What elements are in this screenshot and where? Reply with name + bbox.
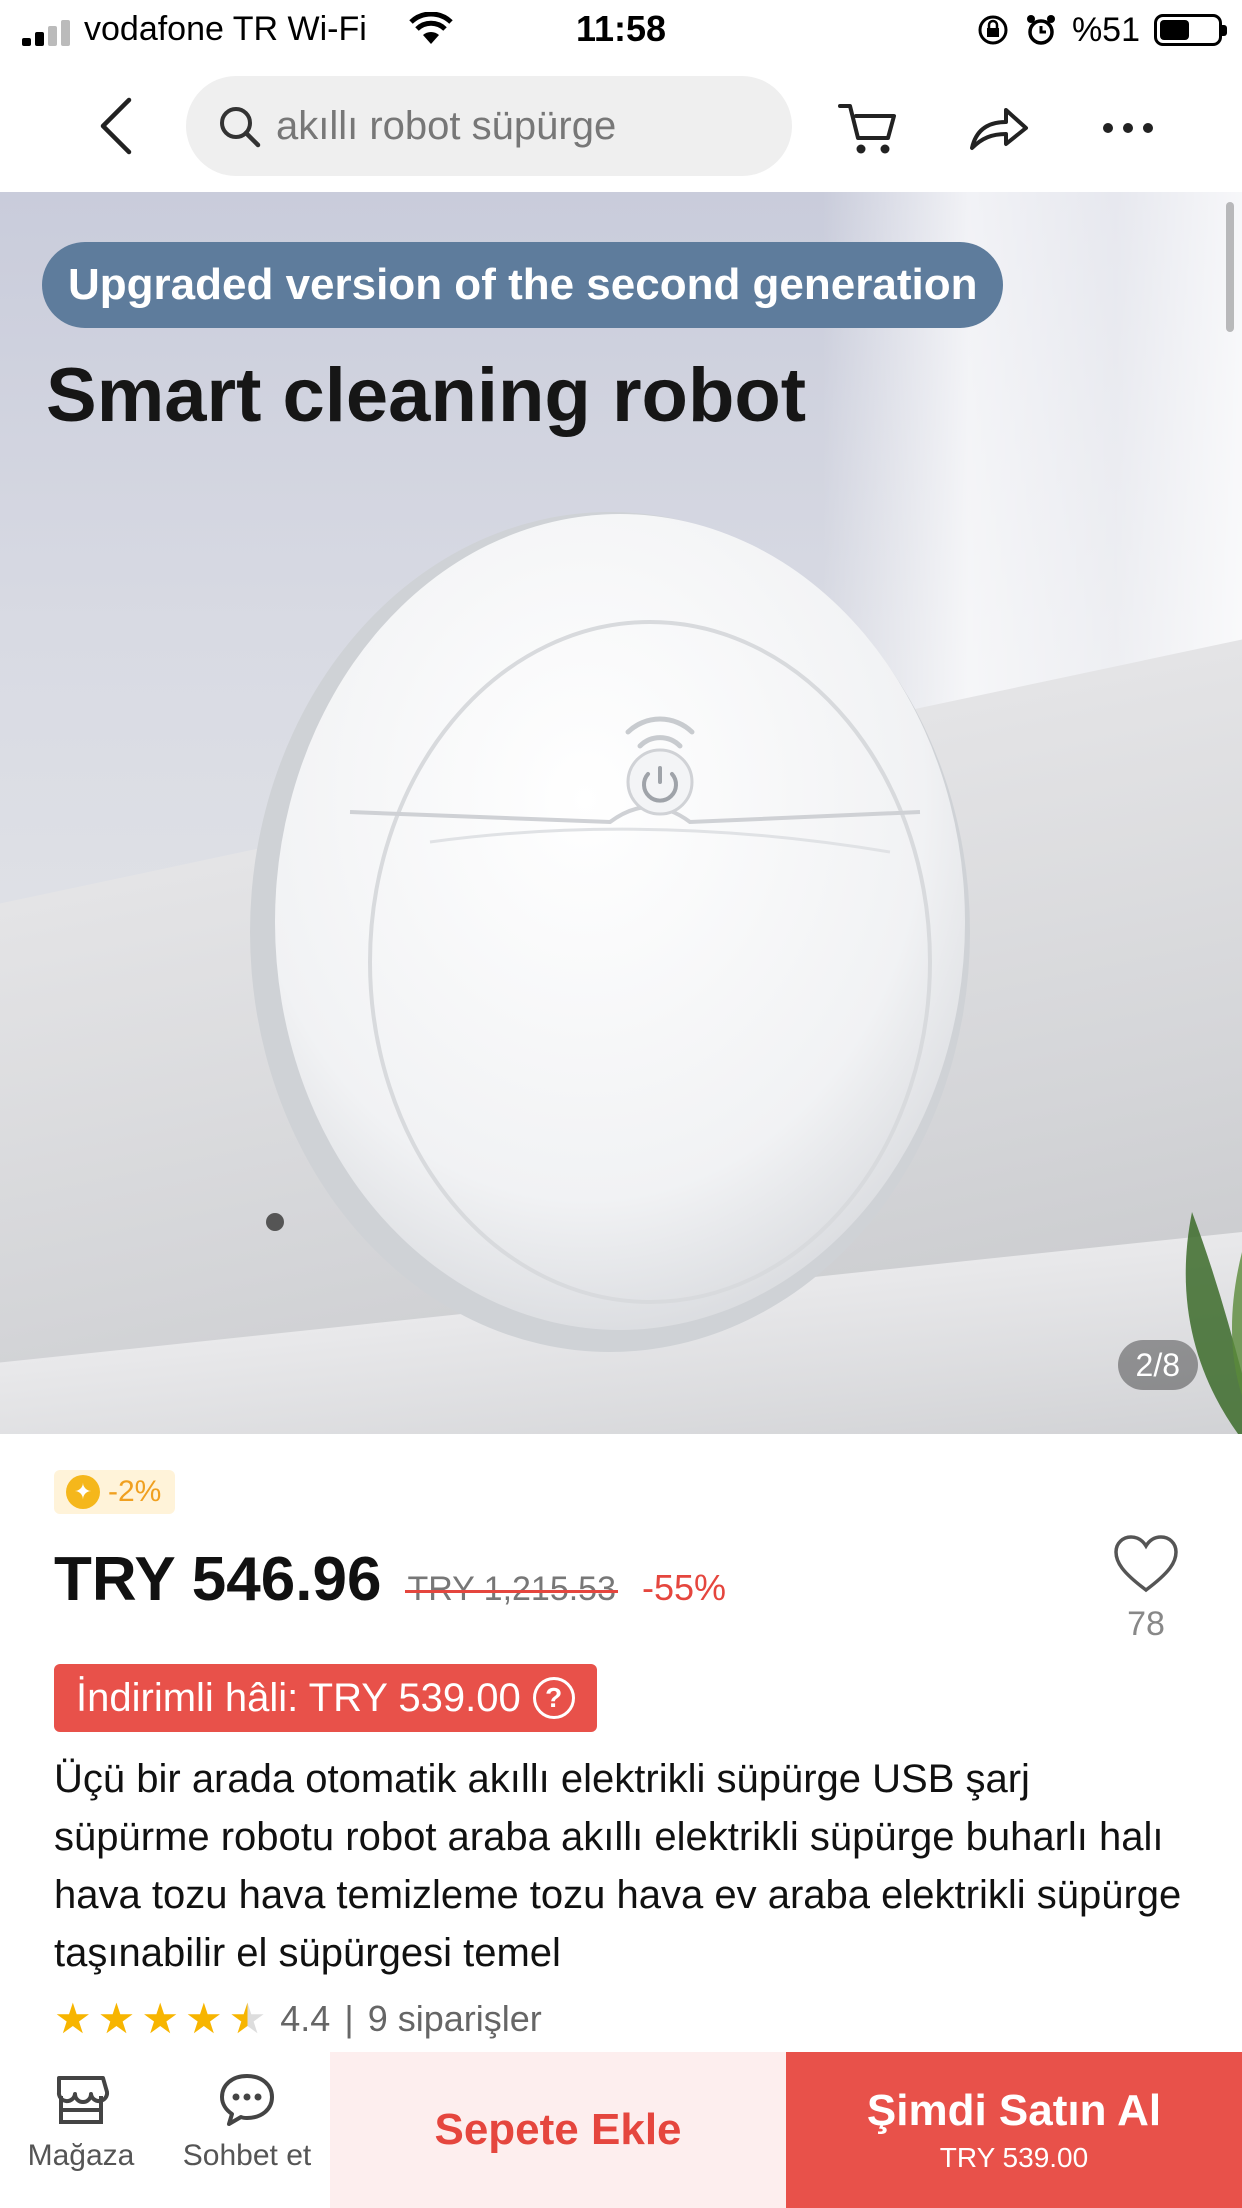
store-icon <box>56 2076 110 2124</box>
coin-icon: ✦ <box>66 1475 100 1509</box>
original-price: TRY 1,215.53 <box>405 1570 618 1608</box>
battery-icon <box>1154 14 1227 46</box>
scrollbar[interactable] <box>1226 202 1234 332</box>
back-button[interactable] <box>82 86 152 166</box>
search-icon <box>220 107 261 148</box>
star-icon: ★ <box>184 1995 223 2042</box>
add-to-cart-button[interactable]: Sepete Ekle <box>330 2052 786 2208</box>
discount-percent: -55% <box>642 1567 727 1608</box>
store-label: Mağaza <box>27 2139 135 2172</box>
discounted-price-badge[interactable]: İndirimli hâli: TRY 539.00 ? <box>54 1664 597 1732</box>
top-navigation <box>0 64 1242 192</box>
buy-now-button[interactable]: Şimdi Satın Al TRY 539.00 <box>786 2052 1242 2208</box>
buy-now-price: TRY 539.00 <box>939 2142 1089 2173</box>
orders-count: 9 siparişler <box>367 1998 542 2039</box>
cart-button[interactable] <box>830 90 906 166</box>
price-row: TRY 546.96 TRY 1,215.53 -55% <box>54 1544 726 1620</box>
buy-now-label: Şimdi Satın Al <box>866 2086 1162 2135</box>
heart-icon <box>1114 1535 1178 1593</box>
chat-button[interactable]: Sohbet et <box>182 2070 312 2173</box>
star-icon: ★ <box>97 1995 136 2042</box>
share-button[interactable] <box>960 90 1036 166</box>
wishlist-count: 78 <box>1127 1605 1165 1643</box>
discounted-price-text: İndirimli hâli: TRY 539.00 <box>76 1675 521 1720</box>
search-input[interactable] <box>276 103 776 149</box>
hero-badge: Upgraded version of the second generatio… <box>42 242 1004 328</box>
half-star-icon: ★ <box>228 1995 267 2042</box>
current-price: TRY 546.96 <box>54 1545 382 1614</box>
search-bar[interactable] <box>186 76 792 176</box>
chat-icon <box>220 2074 274 2126</box>
more-button[interactable] <box>1090 90 1166 166</box>
hero-title: Smart cleaning robot <box>46 353 807 438</box>
rating-value: 4.4 <box>280 1998 331 2039</box>
product-image-carousel[interactable]: Upgraded version of the second generatio… <box>0 192 1242 1434</box>
alarm-icon <box>1026 15 1055 45</box>
more-icon <box>1103 123 1153 133</box>
help-icon[interactable]: ? <box>532 1677 575 1719</box>
coin-discount-text: -2% <box>108 1475 162 1508</box>
battery-percent: %51 <box>1071 10 1140 49</box>
share-icon <box>970 108 1028 150</box>
back-icon <box>100 97 132 155</box>
cart-icon <box>838 104 896 154</box>
wishlist-button[interactable]: 78 <box>1106 1534 1186 1644</box>
image-page-indicator: 2/8 <box>1117 1340 1198 1390</box>
star-icon: ★ <box>141 1995 179 2042</box>
bottom-action-bar: Mağaza Sohbet et Sepete Ekle Şimdi Satın… <box>0 2052 1242 2208</box>
robot-vacuum-image <box>250 512 970 1352</box>
rating-separator: | <box>344 1998 354 2039</box>
star-icon: ★ <box>54 1995 92 2042</box>
store-button[interactable]: Mağaza <box>16 2070 146 2173</box>
status-bar: vodafone TR Wi-Fi 11:58 %51 <box>0 0 1242 64</box>
rotation-lock-icon <box>978 15 1008 45</box>
star-rating: ★ ★ ★ ★ ★ <box>54 1997 266 2041</box>
rating-row[interactable]: ★ ★ ★ ★ ★ 4.4 | 9 siparişler <box>54 1994 542 2044</box>
plant-leaves <box>1185 1212 1242 1434</box>
chat-label: Sohbet et <box>182 2139 312 2172</box>
coin-discount-badge[interactable]: ✦ -2% <box>54 1470 176 1514</box>
product-title: Üçü bir arada otomatik akıllı elektrikli… <box>54 1757 1182 1975</box>
